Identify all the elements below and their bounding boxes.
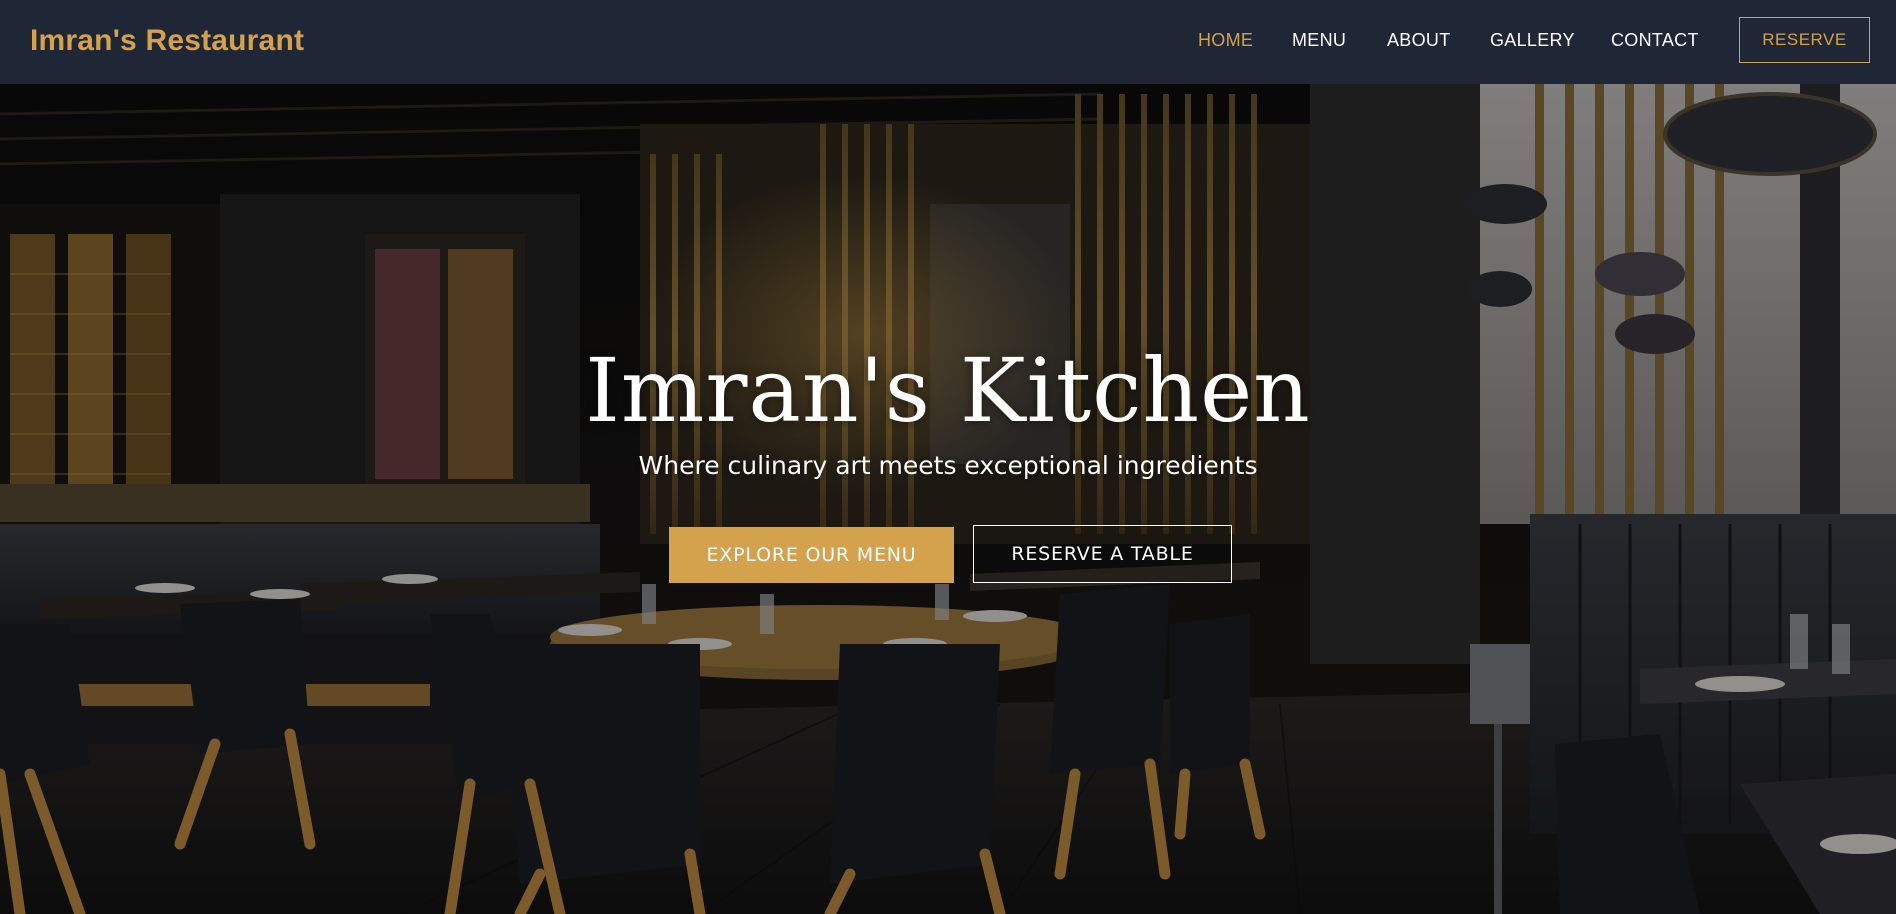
explore-menu-button[interactable]: EXPLORE OUR MENU [669,527,954,583]
nav-link-home[interactable]: HOME [1198,30,1253,51]
nav-link-menu[interactable]: MENU [1292,30,1346,51]
hero-dark-overlay [0,84,1896,914]
nav-link-contact[interactable]: CONTACT [1611,30,1699,51]
hero-subtitle: Where culinary art meets exceptional ing… [638,451,1258,480]
reserve-table-button[interactable]: RESERVE A TABLE [973,525,1232,583]
main-nav: HOME MENU ABOUT GALLERY CONTACT [0,0,1896,84]
nav-link-about[interactable]: ABOUT [1387,30,1451,51]
hero-title: Imran's Kitchen [585,339,1311,442]
navbar: Imran's Restaurant HOME MENU ABOUT GALLE… [0,0,1896,84]
nav-link-gallery[interactable]: GALLERY [1490,30,1575,51]
hero-section: Imran's Kitchen Where culinary art meets… [0,84,1896,914]
reserve-button[interactable]: RESERVE [1739,17,1870,63]
